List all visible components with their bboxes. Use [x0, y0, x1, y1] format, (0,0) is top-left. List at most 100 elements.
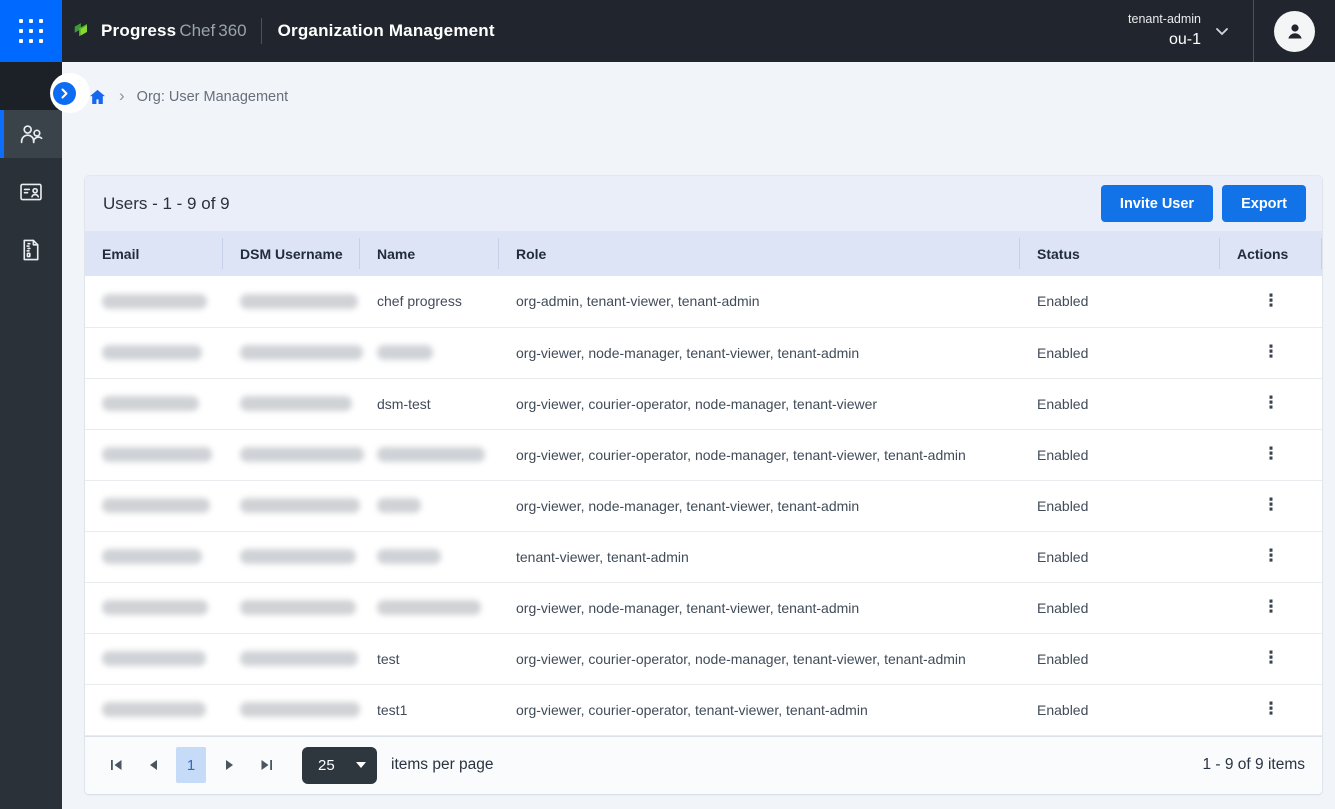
redacted-email	[102, 498, 210, 513]
users-card-header: Users - 1 - 9 of 9 Invite User Export	[85, 176, 1322, 231]
cell-role: org-admin, tenant-viewer, tenant-admin	[499, 276, 1020, 327]
zip-document-icon	[18, 237, 44, 263]
cell-email	[85, 582, 223, 633]
table-row: dsm-testorg-viewer, courier-operator, no…	[85, 378, 1322, 429]
redacted-name	[377, 345, 433, 360]
cell-email	[85, 633, 223, 684]
table-row: org-viewer, node-manager, tenant-viewer,…	[85, 480, 1322, 531]
pagination-range-label: 1 - 9 of 9 items	[1202, 756, 1305, 774]
tenant-context-dropdown[interactable]: tenant-admin ou-1	[1128, 12, 1229, 50]
progress-logo-icon	[73, 20, 94, 42]
row-actions-menu-button[interactable]: ⋮	[1253, 697, 1290, 722]
cell-email	[85, 480, 223, 531]
first-page-icon	[110, 759, 123, 771]
tenant-role-label: tenant-admin	[1128, 12, 1201, 28]
cell-status: Enabled	[1020, 684, 1220, 735]
export-button[interactable]: Export	[1222, 185, 1306, 222]
cell-dsm-username	[223, 633, 360, 684]
cell-dsm-username	[223, 327, 360, 378]
cell-name: test	[360, 633, 499, 684]
first-page-button[interactable]	[102, 748, 130, 782]
row-actions-menu-button[interactable]: ⋮	[1253, 493, 1290, 518]
status-value: Enabled	[1037, 549, 1088, 565]
cell-name: test1	[360, 684, 499, 735]
role-value: org-viewer, node-manager, tenant-viewer,…	[516, 600, 859, 616]
cell-status: Enabled	[1020, 582, 1220, 633]
redacted-dsm-username	[240, 498, 360, 513]
users-card-title: Users - 1 - 9 of 9	[103, 194, 230, 214]
app-launcher-button[interactable]	[0, 0, 62, 62]
cell-name	[360, 327, 499, 378]
cell-email	[85, 531, 223, 582]
cell-status: Enabled	[1020, 429, 1220, 480]
cell-actions: ⋮	[1220, 327, 1322, 378]
redacted-dsm-username	[240, 294, 358, 309]
sidebar-item-archive-document[interactable]	[0, 226, 62, 274]
invite-user-button[interactable]: Invite User	[1101, 185, 1213, 222]
page-title: Organization Management	[278, 21, 495, 41]
page-size-select[interactable]: 25	[302, 747, 377, 784]
redacted-dsm-username	[240, 600, 356, 615]
sidebar-expand-button[interactable]	[53, 82, 76, 105]
redacted-email	[102, 600, 208, 615]
cell-email	[85, 429, 223, 480]
id-card-icon	[18, 179, 44, 205]
redacted-name	[377, 600, 481, 615]
column-header-actions: Actions	[1220, 231, 1322, 276]
sidebar-item-id-card[interactable]	[0, 168, 62, 216]
cell-name: dsm-test	[360, 378, 499, 429]
cell-email	[85, 378, 223, 429]
redacted-name	[377, 549, 441, 564]
row-actions-menu-button[interactable]: ⋮	[1253, 544, 1290, 569]
row-actions-menu-button[interactable]: ⋮	[1253, 442, 1290, 467]
user-avatar-button[interactable]	[1274, 11, 1315, 52]
breadcrumb-chevron-icon: ›	[119, 86, 125, 106]
next-page-button[interactable]	[215, 748, 243, 782]
role-value: org-admin, tenant-viewer, tenant-admin	[516, 293, 760, 309]
row-actions-menu-button[interactable]: ⋮	[1253, 289, 1290, 314]
brand-progress: Progress	[101, 21, 176, 41]
cell-dsm-username	[223, 276, 360, 327]
brand-360: 360	[218, 21, 246, 41]
cell-actions: ⋮	[1220, 378, 1322, 429]
role-value: org-viewer, node-manager, tenant-viewer,…	[516, 498, 859, 514]
cell-status: Enabled	[1020, 378, 1220, 429]
last-page-button[interactable]	[252, 748, 280, 782]
breadcrumb-home-link[interactable]	[89, 89, 106, 105]
column-header-dsm-username: DSM Username	[223, 231, 360, 276]
cell-email	[85, 327, 223, 378]
previous-page-button[interactable]	[139, 748, 167, 782]
column-header-role: Role	[499, 231, 1020, 276]
current-page-button[interactable]: 1	[176, 747, 206, 783]
cell-status: Enabled	[1020, 327, 1220, 378]
cell-role: org-viewer, node-manager, tenant-viewer,…	[499, 480, 1020, 531]
app-grid-icon	[19, 19, 43, 43]
main-content: › Org: User Management Users - 1 - 9 of …	[62, 62, 1335, 809]
row-actions-menu-button[interactable]: ⋮	[1253, 646, 1290, 671]
table-row: org-viewer, node-manager, tenant-viewer,…	[85, 582, 1322, 633]
person-icon	[1283, 19, 1307, 43]
cell-role: org-viewer, courier-operator, node-manag…	[499, 429, 1020, 480]
cell-role: org-viewer, node-manager, tenant-viewer,…	[499, 582, 1020, 633]
avatar-zone	[1253, 0, 1335, 62]
role-value: org-viewer, node-manager, tenant-viewer,…	[516, 345, 859, 361]
row-actions-menu-button[interactable]: ⋮	[1253, 340, 1290, 365]
cell-dsm-username	[223, 531, 360, 582]
cell-actions: ⋮	[1220, 276, 1322, 327]
cell-status: Enabled	[1020, 633, 1220, 684]
sidebar-item-user-management[interactable]	[0, 110, 62, 158]
row-actions-menu-button[interactable]: ⋮	[1253, 391, 1290, 416]
pagination-bar: 1 25 items per page 1 - 9 of 9 items	[85, 736, 1322, 794]
users-table-body: chef progressorg-admin, tenant-viewer, t…	[85, 276, 1322, 735]
table-row: chef progressorg-admin, tenant-viewer, t…	[85, 276, 1322, 327]
cell-email	[85, 276, 223, 327]
redacted-email	[102, 396, 199, 411]
redacted-email	[102, 549, 202, 564]
cell-name	[360, 582, 499, 633]
status-value: Enabled	[1037, 447, 1088, 463]
table-header-row: Email DSM Username Name Role Status Acti…	[85, 231, 1322, 276]
redacted-name	[377, 447, 485, 462]
row-actions-menu-button[interactable]: ⋮	[1253, 595, 1290, 620]
cell-status: Enabled	[1020, 276, 1220, 327]
redacted-email	[102, 651, 206, 666]
